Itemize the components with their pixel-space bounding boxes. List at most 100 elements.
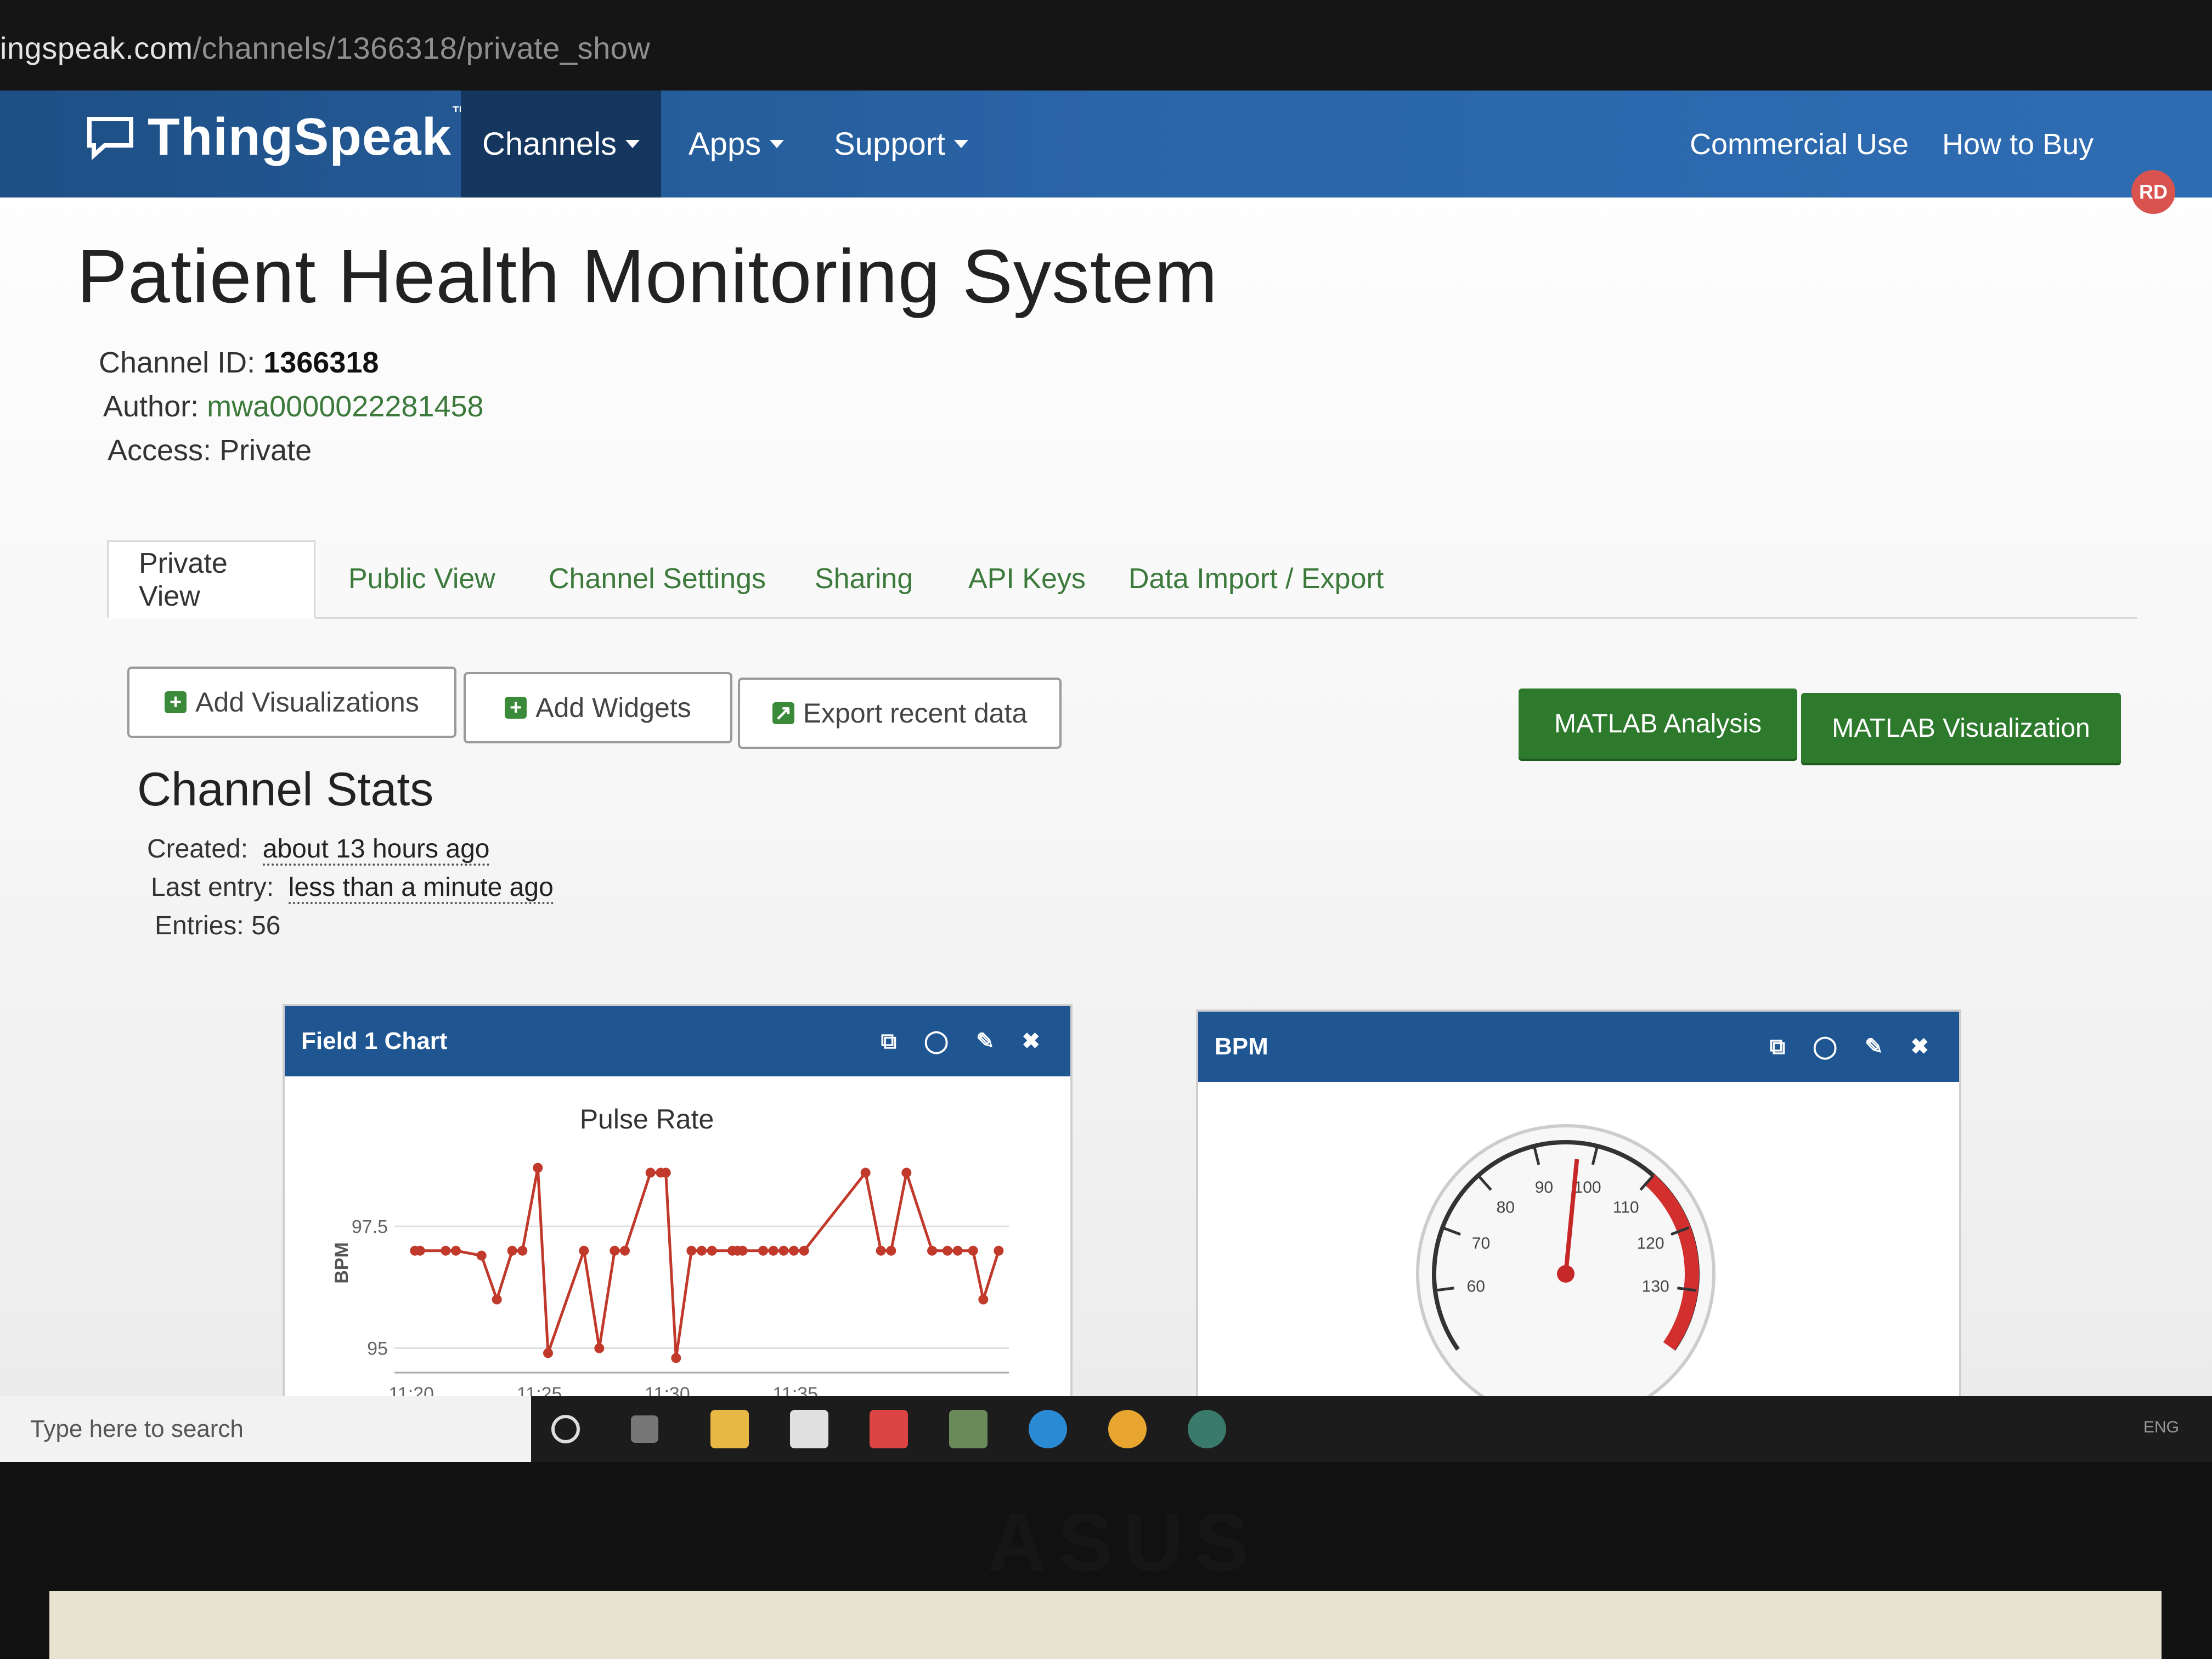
pencil-icon[interactable]: ✎ xyxy=(976,1029,995,1054)
data-point xyxy=(415,1245,425,1256)
close-icon[interactable]: ✖ xyxy=(1022,1029,1040,1054)
widget-title: BPM xyxy=(1215,1033,1268,1060)
taskbar-search-placeholder: Type here to search xyxy=(30,1415,244,1442)
chrome-icon[interactable] xyxy=(1108,1410,1147,1448)
y-tick-label: 97.5 xyxy=(352,1216,388,1237)
channel-stats-title: Channel Stats xyxy=(137,763,434,816)
data-point xyxy=(594,1343,605,1353)
data-point xyxy=(661,1167,671,1178)
data-point xyxy=(533,1163,543,1173)
matlab-analysis-button[interactable]: MATLAB Analysis xyxy=(1519,689,1797,759)
nav-how-to-buy[interactable]: How to Buy xyxy=(1942,91,2094,198)
top-navbar: ThingSpeak™ Channels Apps Support Commer… xyxy=(0,91,2212,198)
data-point xyxy=(886,1245,896,1256)
add-widgets-label: Add Widgets xyxy=(535,692,691,723)
plus-icon: + xyxy=(505,697,527,719)
gauge-tick-label: 80 xyxy=(1497,1199,1515,1217)
language-indicator: ENG xyxy=(2143,1418,2179,1436)
gauge-tick-label: 110 xyxy=(1613,1199,1639,1217)
gauge-tick-label: 100 xyxy=(1574,1178,1601,1197)
external-link-icon[interactable]: ⧉ xyxy=(881,1029,897,1054)
page: ThingSpeak™ Channels Apps Support Commer… xyxy=(0,91,2212,1396)
gauge-hub xyxy=(1557,1265,1575,1283)
taskbar-search[interactable]: Type here to search xyxy=(0,1396,531,1462)
tab-sharing[interactable]: Sharing xyxy=(815,540,913,617)
external-link-icon[interactable]: ⧉ xyxy=(1770,1035,1786,1059)
data-point xyxy=(768,1245,778,1256)
comment-icon[interactable]: ◯ xyxy=(1813,1034,1837,1059)
data-point xyxy=(645,1167,656,1178)
add-widgets-button[interactable]: + Add Widgets xyxy=(464,672,732,743)
file-explorer-icon[interactable] xyxy=(710,1410,749,1448)
photos-icon[interactable] xyxy=(949,1410,988,1448)
gauge-tick-label: 90 xyxy=(1535,1178,1553,1197)
tab-public-view[interactable]: Public View xyxy=(348,540,495,617)
data-point xyxy=(799,1245,809,1256)
pencil-icon[interactable]: ✎ xyxy=(1865,1034,1883,1059)
data-point xyxy=(610,1245,620,1256)
system-tray[interactable]: ENG xyxy=(2143,1418,2179,1437)
tab-private-view[interactable]: Private View xyxy=(107,540,315,619)
bpm-gauge-widget: BPM ⧉ ◯ ✎ ✖ 60 70 80 90 100 110 120 130 xyxy=(1196,1009,1961,1396)
matlab-visualization-button[interactable]: MATLAB Visualization xyxy=(1801,693,2121,763)
data-point xyxy=(441,1245,451,1256)
channel-access: Access: Private xyxy=(108,434,312,467)
channel-tabs: Private View Public View Channel Setting… xyxy=(107,540,2137,619)
nav-apps[interactable]: Apps xyxy=(689,91,785,198)
tab-api-keys[interactable]: API Keys xyxy=(968,540,1086,617)
url-host: ingspeak.com xyxy=(0,31,193,65)
data-point xyxy=(451,1245,461,1256)
data-point xyxy=(707,1245,717,1256)
close-icon[interactable]: ✖ xyxy=(1910,1034,1929,1059)
last-entry-value: less than a minute ago xyxy=(288,873,554,904)
edge-icon[interactable] xyxy=(1029,1410,1067,1448)
data-point xyxy=(901,1167,912,1178)
pulse-rate-chart: Pulse Rate BPM 95 97.5 11:20 11:25 11:30 11:35 xyxy=(331,1104,1009,1396)
author-link[interactable]: mwa0000022281458 xyxy=(207,390,483,423)
add-visualizations-button[interactable]: + Add Visualizations xyxy=(127,667,456,738)
data-point xyxy=(543,1348,553,1358)
x-tick-label: 11:25 xyxy=(517,1384,562,1396)
gift-icon[interactable] xyxy=(870,1410,908,1448)
x-tick-label: 11:35 xyxy=(773,1384,819,1396)
avatar[interactable]: RD xyxy=(2131,170,2175,214)
cortana-icon[interactable] xyxy=(551,1415,580,1443)
data-point xyxy=(968,1245,978,1256)
created-value: about 13 hours ago xyxy=(262,834,490,866)
brand-name: ThingSpeak™ xyxy=(148,103,470,166)
data-point xyxy=(778,1245,789,1256)
stat-created: Created: about 13 hours ago xyxy=(147,834,490,866)
app-icon[interactable] xyxy=(1188,1410,1226,1448)
data-point xyxy=(876,1245,886,1256)
widget-title: Field 1 Chart xyxy=(301,1028,448,1054)
data-point xyxy=(517,1245,528,1256)
url-text[interactable]: ingspeak.com/channels/1366318/private_sh… xyxy=(0,30,650,66)
tab-data-import-export[interactable]: Data Import / Export xyxy=(1128,540,1384,617)
nav-apps-label: Apps xyxy=(689,126,761,162)
data-point xyxy=(952,1245,963,1256)
data-point xyxy=(620,1245,630,1256)
thingspeak-logo[interactable]: ThingSpeak™ xyxy=(85,101,471,173)
nav-channels[interactable]: Channels xyxy=(461,91,661,198)
data-point xyxy=(492,1294,502,1305)
y-axis-label: BPM xyxy=(331,1242,352,1284)
x-tick-label: 11:30 xyxy=(645,1384,690,1396)
data-point xyxy=(758,1245,768,1256)
nav-support-label: Support xyxy=(834,126,946,162)
data-point xyxy=(697,1245,707,1256)
nav-commercial-use[interactable]: Commercial Use xyxy=(1690,91,1909,198)
browser-address-bar[interactable]: ingspeak.com/channels/1366318/private_sh… xyxy=(0,0,2212,91)
data-point xyxy=(671,1353,681,1363)
store-icon[interactable] xyxy=(790,1410,828,1448)
comment-icon[interactable]: ◯ xyxy=(924,1029,949,1054)
gauge-tick-label: 60 xyxy=(1467,1278,1485,1296)
add-visualizations-label: Add Visualizations xyxy=(195,687,419,718)
page-title: Patient Health Monitoring System xyxy=(77,234,1218,319)
channel-id: Channel ID: 1366318 xyxy=(99,346,379,379)
nav-channels-label: Channels xyxy=(482,126,617,162)
export-recent-data-button[interactable]: ↗ Export recent data xyxy=(738,678,1062,749)
tab-channel-settings[interactable]: Channel Settings xyxy=(549,540,766,617)
nav-support[interactable]: Support xyxy=(834,91,969,198)
task-view-icon[interactable] xyxy=(631,1415,658,1443)
channel-author: Author: mwa0000022281458 xyxy=(103,390,484,423)
